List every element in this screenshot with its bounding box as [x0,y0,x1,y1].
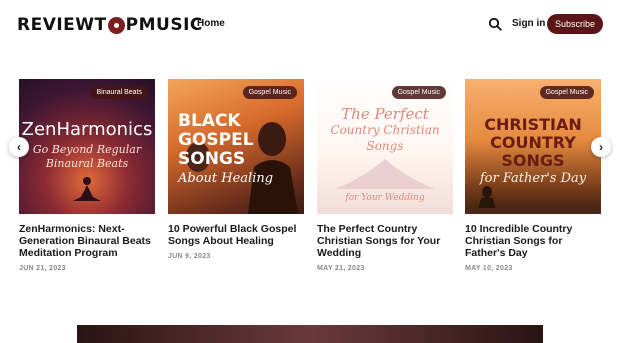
thumbnail-title: COUNTRY [490,133,576,152]
carousel-next-button[interactable]: › [591,137,611,157]
thumbnail-title: GOSPEL [178,130,254,150]
thumbnail-subtitle: About Healing [178,171,274,186]
site-header: REVIEWT PMUSIC Home Sign in Subscribe [0,0,620,48]
thumbnail-title: SONGS [501,151,565,170]
thumbnail-title: Country Christian [330,123,440,137]
thumbnail-title: BLACK [178,111,241,131]
thumbnail-subtitle: Go Beyond Regular [32,143,142,156]
post-card[interactable]: Gospel Music CHRISTIAN COUNTRY SONGS for… [465,79,601,272]
chevron-left-icon: ‹ [17,140,21,154]
post-date: JUN 9, 2023 [168,253,211,260]
post-card[interactable]: Gospel Music The Perfect Country Christi… [317,79,453,272]
subscribe-button[interactable]: Subscribe [547,14,603,34]
nav-home-link[interactable]: Home [197,18,225,29]
chevron-right-icon: › [599,140,603,154]
post-card[interactable]: Binaural Beats ZenHarmonics Go Beyond Re… [19,79,155,272]
post-title[interactable]: 10 Powerful Black Gospel Songs About Hea… [168,223,304,247]
post-card[interactable]: Gospel Music BLACK GOSPEL SONGS About He… [168,79,304,260]
post-thumbnail[interactable]: Gospel Music The Perfect Country Christi… [317,79,453,214]
meditating-figure [73,177,101,201]
category-tag[interactable]: Gospel Music [242,86,297,99]
logo-text-end: PMUSIC [125,15,203,35]
category-tag[interactable]: Binaural Beats [90,86,148,99]
carousel-prev-button[interactable]: ‹ [9,137,29,157]
thumbnail-title: SONGS [178,149,246,169]
thumbnail-title: The Perfect [341,105,429,123]
post-date: MAY 10, 2023 [465,265,513,272]
thumbnail-subtitle: Binaural Beats [45,157,129,170]
thumbnail-subtitle: for Your Wedding [345,193,425,203]
post-date: JUN 21, 2023 [19,265,66,272]
post-thumbnail[interactable]: Binaural Beats ZenHarmonics Go Beyond Re… [19,79,155,214]
search-icon[interactable] [488,17,502,31]
logo-text-start: REVIEWT [17,15,107,35]
featured-banner-image[interactable] [77,325,543,343]
thumbnail-title: ZenHarmonics [21,119,153,140]
record-disc-icon [107,16,125,34]
post-thumbnail[interactable]: Gospel Music BLACK GOSPEL SONGS About He… [168,79,304,214]
thumbnail-title: Songs [366,139,404,153]
wedding-dress-illustration [335,159,435,189]
post-title[interactable]: 10 Incredible Country Christian Songs fo… [465,223,601,259]
post-date: MAY 21, 2023 [317,265,365,272]
father-child-silhouette [465,186,601,214]
category-tag[interactable]: Gospel Music [391,86,446,99]
thumbnail-title: CHRISTIAN [484,115,582,134]
site-logo[interactable]: REVIEWT PMUSIC [17,14,203,36]
post-thumbnail[interactable]: Gospel Music CHRISTIAN COUNTRY SONGS for… [465,79,601,214]
category-tag[interactable]: Gospel Music [539,86,594,99]
post-title[interactable]: The Perfect Country Christian Songs for … [317,223,453,259]
post-title[interactable]: ZenHarmonics: Next-Generation Binaural B… [19,223,155,259]
sign-in-link[interactable]: Sign in [512,18,545,29]
